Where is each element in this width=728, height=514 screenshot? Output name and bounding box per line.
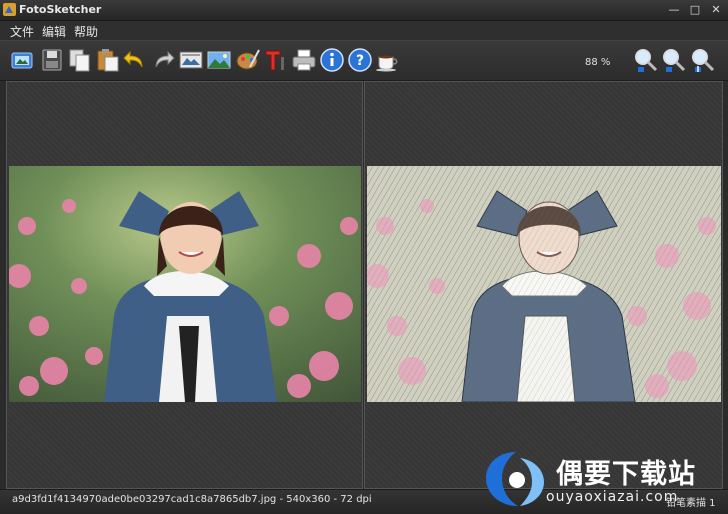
zoom-fit-icon	[663, 49, 686, 72]
window-title: FotoSketcher	[19, 3, 102, 16]
original-image-panel[interactable]	[6, 81, 363, 489]
undo-icon	[123, 50, 143, 68]
app-icon	[3, 3, 16, 16]
menu-file[interactable]: 文件	[10, 23, 34, 40]
text-tool-icon	[265, 50, 284, 71]
redo-button[interactable]	[150, 47, 176, 73]
filter-image-icon	[179, 51, 203, 69]
minimize-button[interactable]: —	[665, 2, 683, 17]
menu-bar: 文件 编辑 帮助	[0, 21, 728, 40]
landscape-image-icon	[207, 51, 231, 69]
file-info: a9d3fd1f4134970ade0be03297cad1c8a7865db7…	[12, 494, 372, 505]
menu-help[interactable]: 帮助	[74, 23, 98, 40]
zoom-level: 88 %	[585, 57, 611, 68]
add-text-button[interactable]	[263, 47, 289, 73]
help-icon: ?	[348, 48, 372, 72]
drawing-parameters-button[interactable]	[178, 47, 204, 73]
watermark: 偶要下载站 ouyaoxiazai.com	[484, 448, 724, 508]
sketch-photo	[367, 166, 721, 402]
zoom-out-button[interactable]	[633, 47, 659, 73]
save-icon	[42, 49, 62, 71]
palette-button[interactable]	[235, 47, 261, 73]
open-image-icon	[11, 52, 33, 69]
watermark-brand: 偶要下载站	[556, 459, 696, 490]
copy-button[interactable]	[67, 47, 93, 73]
redo-icon	[155, 50, 175, 68]
copy-icon	[69, 49, 90, 72]
save-button[interactable]	[39, 47, 65, 73]
zoom-in-button[interactable]	[690, 47, 716, 73]
close-button[interactable]: ✕	[707, 2, 725, 17]
help-button[interactable]: ?	[347, 47, 373, 73]
printer-icon	[292, 49, 316, 71]
svg-text:?: ?	[356, 53, 364, 69]
process-image-button[interactable]	[206, 47, 232, 73]
info-icon	[320, 48, 344, 72]
title-bar: FotoSketcher — □ ✕	[0, 0, 728, 21]
zoom-out-icon	[635, 49, 658, 72]
donate-button[interactable]	[375, 47, 401, 73]
info-button[interactable]	[319, 47, 345, 73]
maximize-button[interactable]: □	[686, 2, 704, 17]
watermark-domain: ouyaoxiazai.com	[546, 489, 679, 505]
coffee-cup-icon	[376, 55, 398, 72]
zoom-fit-button[interactable]	[661, 47, 687, 73]
paste-icon	[97, 49, 119, 72]
palette-icon	[236, 49, 260, 70]
sketch-image-panel[interactable]	[364, 81, 723, 489]
original-photo	[9, 166, 361, 402]
zoom-in-icon	[692, 49, 715, 72]
undo-button[interactable]	[122, 47, 148, 73]
watermark-logo-icon	[486, 452, 544, 506]
print-button[interactable]	[291, 47, 317, 73]
toolbar: ? 88 %	[0, 40, 728, 81]
paste-button[interactable]	[95, 47, 121, 73]
menu-edit[interactable]: 编辑	[42, 23, 66, 40]
open-image-button[interactable]	[9, 47, 35, 73]
